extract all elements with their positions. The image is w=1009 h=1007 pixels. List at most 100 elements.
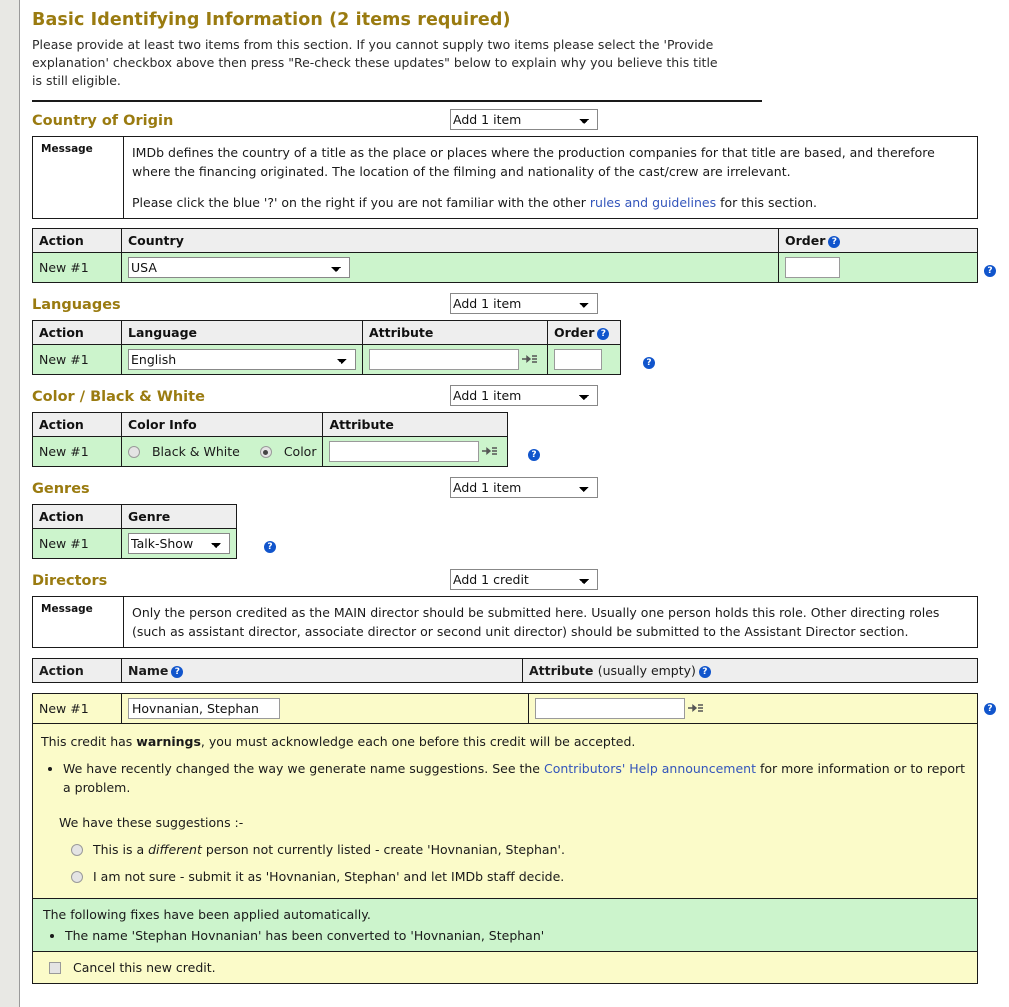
page-container: Basic Identifying Information (2 items r…	[22, 0, 1009, 1007]
language-order-input[interactable]	[554, 349, 602, 370]
color-heading-row: Color / Black & White Add 1 item	[32, 384, 1009, 408]
directors-col-action: Action	[33, 659, 122, 683]
languages-table-row: New #1 English	[33, 345, 621, 375]
warning-bullet-item: We have recently changed the way we gene…	[63, 759, 967, 797]
color-table-header-row: Action Color Info Attribute	[33, 413, 508, 437]
languages-col-attribute: Attribute	[363, 321, 548, 345]
fixes-list-item: The name 'Stephan Hovnanian' has been co…	[65, 926, 967, 945]
color-row-help-icon[interactable]: ?	[528, 449, 540, 461]
color-row-options-cell: Black & White Color	[122, 437, 323, 467]
directors-attribute-note: (usually empty)	[598, 663, 696, 678]
cancel-credit-label: Cancel this new credit.	[73, 960, 216, 975]
genres-row-action: New #1	[33, 529, 122, 559]
color-heading: Color / Black & White	[32, 385, 205, 409]
rules-and-guidelines-link[interactable]: rules and guidelines	[590, 195, 716, 210]
cancel-credit-checkbox[interactable]	[49, 962, 61, 974]
radio-black-and-white[interactable]	[128, 446, 140, 458]
country-order-input[interactable]	[785, 257, 840, 278]
warning-lead: This credit has warnings, you must ackno…	[41, 732, 967, 751]
country-table: Action Country Order? New #1 USA	[32, 228, 978, 283]
section-divider	[32, 100, 762, 102]
fixes-lead: The following fixes have been applied au…	[43, 905, 967, 924]
directors-row-help-icon[interactable]: ?	[984, 703, 996, 715]
radio-color[interactable]	[260, 446, 272, 458]
suggestion-option-2[interactable]: I am not sure - submit it as 'Hovnanian,…	[71, 867, 967, 886]
country-col-order: Order?	[779, 229, 978, 253]
order-help-icon[interactable]: ?	[828, 236, 840, 248]
directors-fixes-cell: The following fixes have been applied au…	[33, 899, 978, 952]
attribute-picker-icon[interactable]	[482, 444, 498, 458]
directors-credit-row: New #1	[33, 694, 978, 724]
warning-bullet-list: We have recently changed the way we gene…	[41, 759, 967, 797]
window-scrollbar-gutter[interactable]	[0, 0, 20, 1007]
country-message-paragraph-1: IMDb defines the country of a title as t…	[132, 143, 969, 181]
languages-row-order-cell	[548, 345, 621, 375]
genres-table-row: New #1 Talk-Show	[33, 529, 237, 559]
directors-add-credits-select[interactable]: Add 1 credit	[450, 569, 598, 590]
fixes-list: The name 'Stephan Hovnanian' has been co…	[43, 926, 967, 945]
languages-row-action: New #1	[33, 345, 122, 375]
directors-cancel-cell: Cancel this new credit.	[33, 952, 978, 984]
suggestions-label: We have these suggestions :-	[59, 813, 967, 832]
directors-warning-row: This credit has warnings, you must ackno…	[33, 724, 978, 899]
country-col-country: Country	[122, 229, 779, 253]
languages-table-header-row: Action Language Attribute Order?	[33, 321, 621, 345]
genre-select[interactable]: Talk-Show	[128, 533, 230, 554]
directors-message-body: Only the person credited as the MAIN dir…	[124, 597, 978, 648]
languages-order-help-icon[interactable]: ?	[597, 328, 609, 340]
languages-col-language: Language	[122, 321, 363, 345]
language-select[interactable]: English	[128, 349, 356, 370]
country-message-body: IMDb defines the country of a title as t…	[124, 137, 978, 219]
directors-col-attribute: Attribute (usually empty)?	[523, 659, 978, 683]
color-col-colorinfo: Color Info	[122, 413, 323, 437]
contributors-help-announcement-link[interactable]: Contributors' Help announcement	[544, 761, 756, 776]
directors-credit-table: New #1 This credit has warnings, you mus…	[32, 693, 978, 984]
languages-row-language-cell: English	[122, 345, 363, 375]
country-message-p2-post: for this section.	[716, 195, 817, 210]
country-select[interactable]: USA	[128, 257, 350, 278]
country-message-label: Message	[33, 137, 124, 219]
languages-add-items-select[interactable]: Add 1 item	[450, 293, 598, 314]
directors-heading: Directors	[32, 569, 107, 593]
name-help-icon[interactable]: ?	[171, 666, 183, 678]
label-color: Color	[284, 444, 317, 459]
color-add-items-select[interactable]: Add 1 item	[450, 385, 598, 406]
genres-table-header-row: Action Genre	[33, 505, 237, 529]
genres-col-action: Action	[33, 505, 122, 529]
radio-let-staff-decide[interactable]	[71, 871, 83, 883]
genres-row-help-icon[interactable]: ?	[264, 541, 276, 553]
color-col-attribute: Attribute	[323, 413, 508, 437]
country-row-help-icon[interactable]: ?	[984, 265, 996, 277]
genres-heading: Genres	[32, 477, 90, 501]
director-name-input[interactable]	[128, 698, 280, 719]
directors-row-name-cell	[122, 694, 529, 724]
country-message-p2-pre: Please click the blue '?' on the right i…	[132, 195, 590, 210]
attribute-help-icon[interactable]: ?	[699, 666, 711, 678]
country-heading: Country of Origin	[32, 109, 173, 133]
genres-table: Action Genre New #1 Talk-Show	[32, 504, 237, 559]
languages-row-attribute-cell	[363, 345, 548, 375]
directors-table-header-row: Action Name? Attribute (usually empty)?	[33, 659, 978, 683]
directors-fixes-row: The following fixes have been applied au…	[33, 899, 978, 952]
country-add-items-select[interactable]: Add 1 item	[450, 109, 598, 130]
language-attribute-input[interactable]	[369, 349, 519, 370]
languages-col-order: Order?	[548, 321, 621, 345]
country-table-header-row: Action Country Order?	[33, 229, 978, 253]
suggestion-option-1[interactable]: This is a different person not currently…	[71, 840, 967, 859]
warning-lead-bold: warnings	[136, 734, 201, 749]
directors-credit-header-table: Action Name? Attribute (usually empty)?	[32, 658, 978, 683]
color-row-action: New #1	[33, 437, 122, 467]
languages-col-action: Action	[33, 321, 122, 345]
radio-create-new-person[interactable]	[71, 844, 83, 856]
genres-add-items-select[interactable]: Add 1 item	[450, 477, 598, 498]
genres-col-genre: Genre	[122, 505, 237, 529]
director-attribute-input[interactable]	[535, 698, 685, 719]
languages-row-help-icon[interactable]: ?	[643, 357, 655, 369]
attribute-picker-icon[interactable]	[688, 701, 704, 715]
directors-col-name: Name?	[122, 659, 523, 683]
directors-message-box: Message Only the person credited as the …	[32, 596, 978, 648]
directors-cancel-row: Cancel this new credit.	[33, 952, 978, 984]
directors-message-label: Message	[33, 597, 124, 648]
attribute-picker-icon[interactable]	[522, 352, 538, 366]
color-attribute-input[interactable]	[329, 441, 479, 462]
